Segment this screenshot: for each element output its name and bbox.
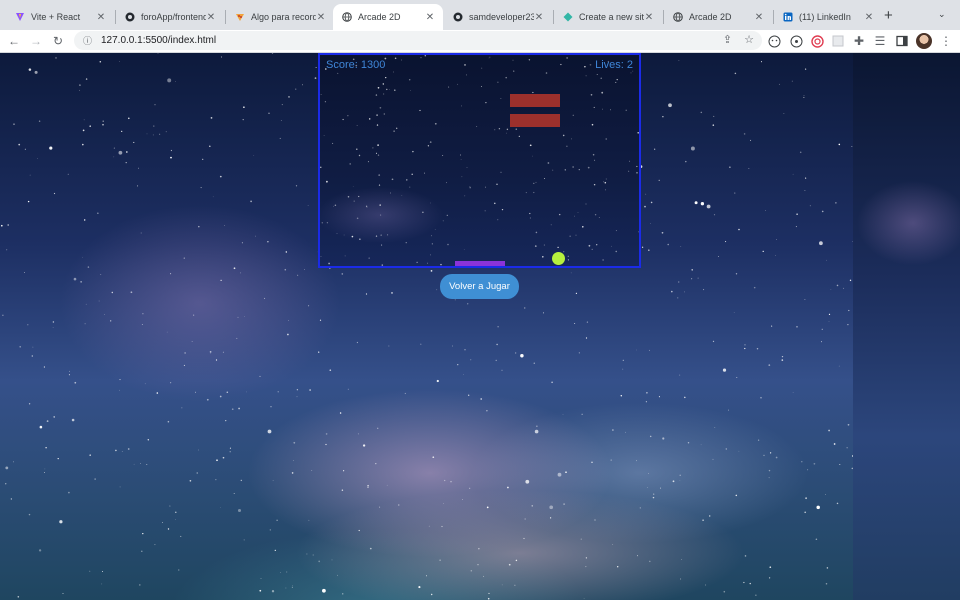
address-bar[interactable]: ⓘ 127.0.0.1:5500/index.html ⇪ ☆ (74, 31, 762, 50)
tab-title: (11) LinkedIn (799, 12, 851, 22)
extension-square-icon[interactable] (830, 33, 846, 49)
extension-smiley-icon[interactable] (766, 33, 782, 49)
url-text[interactable]: 127.0.0.1:5500/index.html (101, 35, 216, 46)
vite-icon (14, 12, 25, 23)
tab-title: Algo para recordar (251, 12, 316, 22)
close-icon[interactable]: ✕ (206, 12, 216, 23)
close-icon[interactable]: ✕ (316, 12, 326, 23)
brick (510, 94, 560, 107)
tab-vite-react[interactable]: Vite + React ✕ (6, 4, 114, 30)
game-starfield (320, 55, 639, 266)
tab-strip: Vite + React ✕ foroApp/frontend ✕ Algo p… (0, 0, 960, 30)
extension-target-icon[interactable] (809, 33, 825, 49)
tab-title: Arcade 2D (358, 12, 401, 22)
github-icon (452, 12, 463, 23)
side-panel-icon[interactable] (894, 33, 910, 49)
avatar[interactable] (916, 33, 932, 49)
close-icon[interactable]: ✕ (96, 12, 106, 23)
info-icon[interactable]: ⓘ (83, 34, 93, 47)
tab-title: samdeveloper23/ (469, 12, 534, 22)
score-label: Score: 1300 (326, 59, 386, 71)
tab-foroapp[interactable]: foroApp/frontend ✕ (116, 4, 224, 30)
background-tile-right (853, 53, 960, 600)
extension-radio-icon[interactable] (788, 33, 804, 49)
close-icon[interactable]: ✕ (864, 12, 874, 23)
tab-algo-para-recordar[interactable]: Algo para recordar ✕ (226, 4, 334, 30)
tab-title: foroApp/frontend (141, 12, 206, 22)
close-icon[interactable]: ✕ (425, 12, 435, 23)
paddle[interactable] (455, 261, 505, 266)
linkedin-icon (782, 12, 793, 23)
lives-label: Lives: 2 (595, 59, 633, 71)
browser-toolbar: ← → ↻ ⓘ 127.0.0.1:5500/index.html ⇪ ☆ ✚ … (0, 30, 960, 53)
tab-create-new-site[interactable]: Create a new site ✕ (554, 4, 662, 30)
new-tab-icon[interactable]: + (884, 8, 893, 23)
game-canvas[interactable]: Score: 1300 Lives: 2 (318, 53, 641, 268)
pizza-icon (234, 12, 245, 23)
github-icon (124, 12, 135, 23)
ball (552, 252, 565, 265)
chevron-down-icon[interactable]: ⌄ (938, 9, 946, 20)
globe-icon (341, 12, 352, 23)
brick (510, 114, 560, 127)
puzzle-icon[interactable]: ✚ (851, 33, 867, 49)
tab-title: Create a new site (579, 12, 644, 22)
tab-samdeveloper[interactable]: samdeveloper23/ ✕ (444, 4, 552, 30)
media-queue-icon[interactable]: ☰ (872, 33, 888, 49)
close-icon[interactable]: ✕ (644, 12, 654, 23)
forward-icon[interactable]: → (28, 33, 44, 49)
tab-title: Arcade 2D (689, 12, 732, 22)
close-icon[interactable]: ✕ (534, 12, 544, 23)
share-icon[interactable]: ⇪ (723, 33, 732, 46)
netlify-icon (562, 12, 573, 23)
tab-arcade-2d-active[interactable]: Arcade 2D ✕ (333, 4, 443, 30)
close-icon[interactable]: ✕ (754, 12, 764, 23)
tab-arcade-2d[interactable]: Arcade 2D ✕ (664, 4, 772, 30)
reload-icon[interactable]: ↻ (50, 33, 66, 49)
back-icon[interactable]: ← (6, 33, 22, 49)
globe-icon (672, 12, 683, 23)
bookmark-star-icon[interactable]: ☆ (744, 33, 754, 46)
kebab-menu-icon[interactable]: ⋮ (938, 33, 954, 49)
tab-linkedin[interactable]: (11) LinkedIn ✕ (774, 4, 882, 30)
tab-title: Vite + React (31, 12, 81, 22)
play-again-button[interactable]: Volver a Jugar (440, 274, 519, 299)
